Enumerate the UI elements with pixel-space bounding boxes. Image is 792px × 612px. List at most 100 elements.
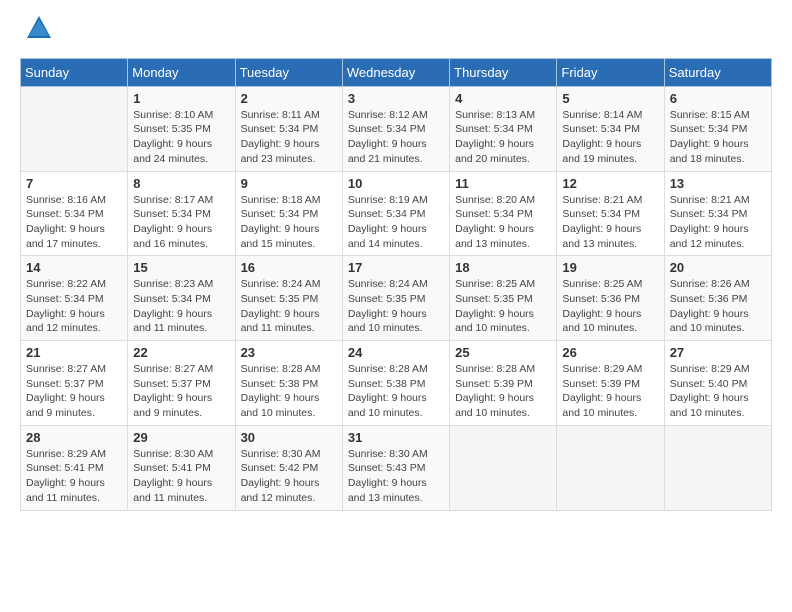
week-row-2: 14 Sunrise: 8:22 AMSunset: 5:34 PMDayligh… xyxy=(21,256,772,341)
week-row-0: 1 Sunrise: 8:10 AMSunset: 5:35 PMDaylight… xyxy=(21,86,772,171)
calendar-cell: 1 Sunrise: 8:10 AMSunset: 5:35 PMDaylight… xyxy=(128,86,235,171)
cell-info: Sunrise: 8:29 AMSunset: 5:40 PMDaylight:… xyxy=(670,362,766,421)
cell-info: Sunrise: 8:30 AMSunset: 5:41 PMDaylight:… xyxy=(133,447,229,506)
date-number: 12 xyxy=(562,176,658,191)
date-number: 30 xyxy=(241,430,337,445)
date-number: 14 xyxy=(26,260,122,275)
logo-icon xyxy=(25,14,53,42)
calendar-table: SundayMondayTuesdayWednesdayThursdayFrid… xyxy=(20,58,772,511)
weekday-row: SundayMondayTuesdayWednesdayThursdayFrid… xyxy=(21,58,772,86)
calendar-cell: 24 Sunrise: 8:28 AMSunset: 5:38 PMDayligh… xyxy=(342,341,449,426)
cell-info: Sunrise: 8:18 AMSunset: 5:34 PMDaylight:… xyxy=(241,193,337,252)
weekday-wednesday: Wednesday xyxy=(342,58,449,86)
cell-info: Sunrise: 8:29 AMSunset: 5:39 PMDaylight:… xyxy=(562,362,658,421)
calendar-cell: 13Sunrise: 8:21 AMSunset: 5:34 PMDayligh… xyxy=(664,171,771,256)
cell-info: Sunrise: 8:30 AMSunset: 5:42 PMDaylight:… xyxy=(241,447,337,506)
calendar-cell: 28Sunrise: 8:29 AMSunset: 5:41 PMDayligh… xyxy=(21,425,128,510)
date-number: 5 xyxy=(562,91,658,106)
calendar-cell: 15Sunrise: 8:23 AMSunset: 5:34 PMDayligh… xyxy=(128,256,235,341)
date-number: 16 xyxy=(241,260,337,275)
cell-info: Sunrise: 8:30 AMSunset: 5:43 PMDaylight:… xyxy=(348,447,444,506)
date-number: 19 xyxy=(562,260,658,275)
date-number: 2 xyxy=(241,91,337,106)
calendar-cell: 29 Sunrise: 8:30 AMSunset: 5:41 PMDayligh… xyxy=(128,425,235,510)
cell-info: Sunrise: 8:17 AMSunset: 5:34 PMDaylight:… xyxy=(133,193,229,252)
date-number: 7 xyxy=(26,176,122,191)
cell-info: Sunrise: 8:15 AMSunset: 5:34 PMDaylight:… xyxy=(670,108,766,167)
date-number: 27 xyxy=(670,345,766,360)
date-number: 1 xyxy=(133,91,229,106)
calendar-cell: 25Sunrise: 8:28 AMSunset: 5:39 PMDayligh… xyxy=(450,341,557,426)
date-number: 24 xyxy=(348,345,444,360)
weekday-friday: Friday xyxy=(557,58,664,86)
date-number: 10 xyxy=(348,176,444,191)
date-number: 17 xyxy=(348,260,444,275)
calendar-cell: 10Sunrise: 8:19 AMSunset: 5:34 PMDayligh… xyxy=(342,171,449,256)
calendar-cell: 20Sunrise: 8:26 AMSunset: 5:36 PMDayligh… xyxy=(664,256,771,341)
weekday-tuesday: Tuesday xyxy=(235,58,342,86)
week-row-4: 28Sunrise: 8:29 AMSunset: 5:41 PMDayligh… xyxy=(21,425,772,510)
week-row-3: 21 Sunrise: 8:27 AMSunset: 5:37 PMDayligh… xyxy=(21,341,772,426)
calendar-cell xyxy=(557,425,664,510)
calendar-cell: 12 Sunrise: 8:21 AMSunset: 5:34 PMDayligh… xyxy=(557,171,664,256)
calendar-cell: 27 Sunrise: 8:29 AMSunset: 5:40 PMDayligh… xyxy=(664,341,771,426)
calendar-cell: 4Sunrise: 8:13 AMSunset: 5:34 PMDaylight… xyxy=(450,86,557,171)
calendar-cell: 17 Sunrise: 8:24 AMSunset: 5:35 PMDayligh… xyxy=(342,256,449,341)
cell-info: Sunrise: 8:22 AMSunset: 5:34 PMDaylight:… xyxy=(26,277,122,336)
cell-info: Sunrise: 8:26 AMSunset: 5:36 PMDaylight:… xyxy=(670,277,766,336)
cell-info: Sunrise: 8:13 AMSunset: 5:34 PMDaylight:… xyxy=(455,108,551,167)
date-number: 22 xyxy=(133,345,229,360)
calendar-cell: 31 Sunrise: 8:30 AMSunset: 5:43 PMDayligh… xyxy=(342,425,449,510)
weekday-monday: Monday xyxy=(128,58,235,86)
weekday-sunday: Sunday xyxy=(21,58,128,86)
date-number: 29 xyxy=(133,430,229,445)
calendar-cell: 30 Sunrise: 8:30 AMSunset: 5:42 PMDayligh… xyxy=(235,425,342,510)
calendar-cell: 21 Sunrise: 8:27 AMSunset: 5:37 PMDayligh… xyxy=(21,341,128,426)
week-row-1: 7 Sunrise: 8:16 AMSunset: 5:34 PMDaylight… xyxy=(21,171,772,256)
cell-info: Sunrise: 8:27 AMSunset: 5:37 PMDaylight:… xyxy=(26,362,122,421)
cell-info: Sunrise: 8:11 AMSunset: 5:34 PMDaylight:… xyxy=(241,108,337,167)
calendar-cell: 11 Sunrise: 8:20 AMSunset: 5:34 PMDayligh… xyxy=(450,171,557,256)
cell-info: Sunrise: 8:20 AMSunset: 5:34 PMDaylight:… xyxy=(455,193,551,252)
cell-info: Sunrise: 8:21 AMSunset: 5:34 PMDaylight:… xyxy=(670,193,766,252)
calendar-cell: 3 Sunrise: 8:12 AMSunset: 5:34 PMDaylight… xyxy=(342,86,449,171)
cell-info: Sunrise: 8:24 AMSunset: 5:35 PMDaylight:… xyxy=(241,277,337,336)
logo-text xyxy=(20,20,53,42)
cell-info: Sunrise: 8:27 AMSunset: 5:37 PMDaylight:… xyxy=(133,362,229,421)
date-number: 26 xyxy=(562,345,658,360)
cell-info: Sunrise: 8:12 AMSunset: 5:34 PMDaylight:… xyxy=(348,108,444,167)
calendar-cell: 9Sunrise: 8:18 AMSunset: 5:34 PMDaylight… xyxy=(235,171,342,256)
calendar-cell: 26 Sunrise: 8:29 AMSunset: 5:39 PMDayligh… xyxy=(557,341,664,426)
cell-info: Sunrise: 8:10 AMSunset: 5:35 PMDaylight:… xyxy=(133,108,229,167)
cell-info: Sunrise: 8:21 AMSunset: 5:34 PMDaylight:… xyxy=(562,193,658,252)
weekday-saturday: Saturday xyxy=(664,58,771,86)
weekday-thursday: Thursday xyxy=(450,58,557,86)
date-number: 3 xyxy=(348,91,444,106)
calendar-cell: 18 Sunrise: 8:25 AMSunset: 5:35 PMDayligh… xyxy=(450,256,557,341)
calendar-header: SundayMondayTuesdayWednesdayThursdayFrid… xyxy=(21,58,772,86)
calendar-cell xyxy=(21,86,128,171)
calendar-cell: 19Sunrise: 8:25 AMSunset: 5:36 PMDayligh… xyxy=(557,256,664,341)
date-number: 23 xyxy=(241,345,337,360)
cell-info: Sunrise: 8:25 AMSunset: 5:35 PMDaylight:… xyxy=(455,277,551,336)
calendar-cell: 7 Sunrise: 8:16 AMSunset: 5:34 PMDaylight… xyxy=(21,171,128,256)
calendar-cell: 22 Sunrise: 8:27 AMSunset: 5:37 PMDayligh… xyxy=(128,341,235,426)
calendar-cell xyxy=(450,425,557,510)
date-number: 11 xyxy=(455,176,551,191)
cell-info: Sunrise: 8:16 AMSunset: 5:34 PMDaylight:… xyxy=(26,193,122,252)
calendar-cell: 2 Sunrise: 8:11 AMSunset: 5:34 PMDaylight… xyxy=(235,86,342,171)
calendar-cell: 8 Sunrise: 8:17 AMSunset: 5:34 PMDaylight… xyxy=(128,171,235,256)
logo xyxy=(20,20,53,42)
cell-info: Sunrise: 8:28 AMSunset: 5:38 PMDaylight:… xyxy=(348,362,444,421)
date-number: 8 xyxy=(133,176,229,191)
cell-info: Sunrise: 8:24 AMSunset: 5:35 PMDaylight:… xyxy=(348,277,444,336)
cell-info: Sunrise: 8:23 AMSunset: 5:34 PMDaylight:… xyxy=(133,277,229,336)
calendar-body: 1 Sunrise: 8:10 AMSunset: 5:35 PMDaylight… xyxy=(21,86,772,510)
calendar-cell xyxy=(664,425,771,510)
date-number: 31 xyxy=(348,430,444,445)
date-number: 6 xyxy=(670,91,766,106)
cell-info: Sunrise: 8:28 AMSunset: 5:39 PMDaylight:… xyxy=(455,362,551,421)
date-number: 21 xyxy=(26,345,122,360)
cell-info: Sunrise: 8:28 AMSunset: 5:38 PMDaylight:… xyxy=(241,362,337,421)
date-number: 18 xyxy=(455,260,551,275)
